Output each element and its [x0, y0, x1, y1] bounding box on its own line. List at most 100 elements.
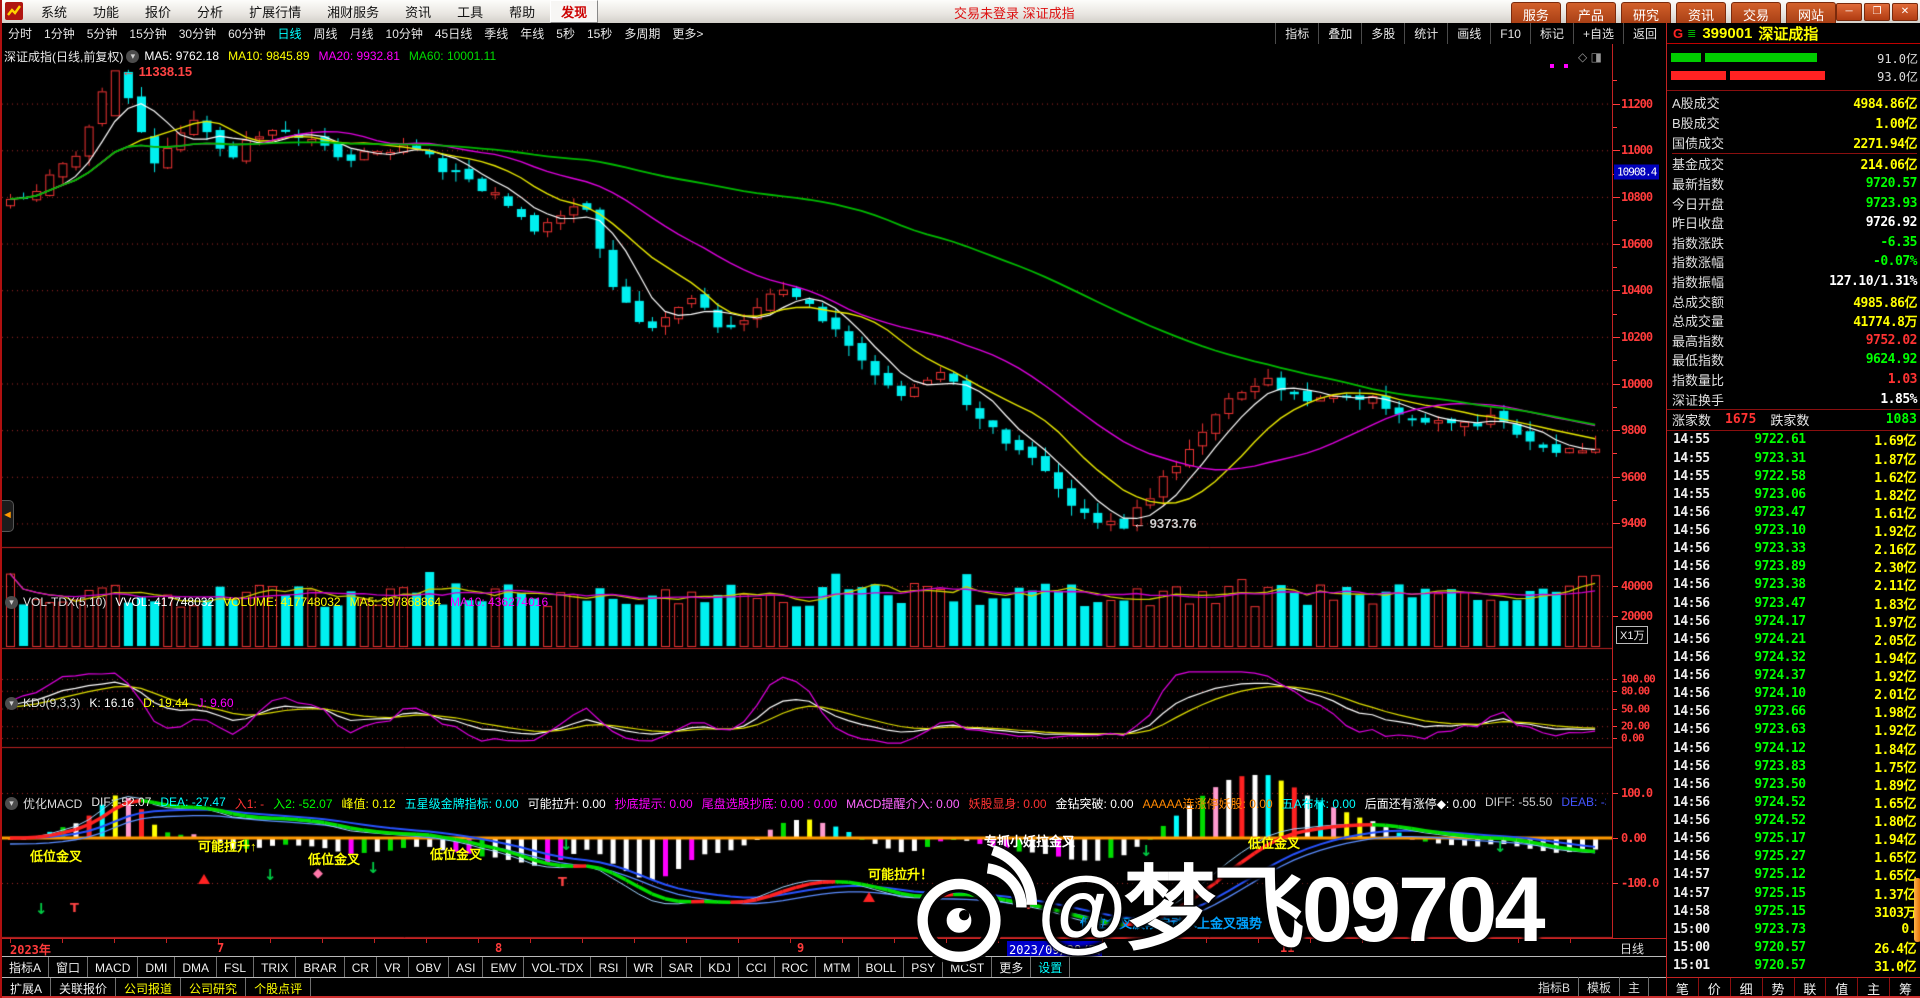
sidebar-collapse-handle[interactable]: ◄ — [2, 500, 14, 532]
period-tab[interactable]: 周线 — [307, 25, 343, 42]
period-tab[interactable]: 45日线 — [429, 25, 478, 42]
chevron-down-icon[interactable]: ▾ — [5, 596, 18, 609]
indicator-tab[interactable]: 设置 — [1031, 957, 1070, 978]
indicator-tab[interactable]: ASI — [449, 957, 483, 978]
period-tab[interactable]: 日线 — [271, 25, 307, 42]
chart-tool-button[interactable]: F10 — [1490, 23, 1530, 44]
period-tab[interactable]: 15分钟 — [123, 25, 172, 42]
indicator-tab[interactable]: SAR — [662, 957, 702, 978]
indicator-tab[interactable]: 指标A — [2, 957, 49, 978]
period-tab[interactable]: 5秒 — [550, 25, 581, 42]
period-tab[interactable]: 1分钟 — [38, 25, 81, 42]
period-tab[interactable]: 月线 — [344, 25, 380, 42]
indicator-tab[interactable]: BOLL — [859, 957, 905, 978]
indicator-tab[interactable]: EMV — [483, 957, 524, 978]
period-tab[interactable]: 15秒 — [581, 25, 618, 42]
scrollbar-thumb[interactable] — [1914, 878, 1920, 942]
quote-view-tab[interactable]: 值 — [1826, 978, 1858, 998]
indicator-tab[interactable]: MCST — [943, 957, 992, 978]
window-control-button[interactable]: ─ — [1836, 3, 1862, 21]
tick-row[interactable]: 14:569724.371.92亿 — [1667, 667, 1920, 685]
chart-tool-button[interactable]: 多股 — [1361, 23, 1404, 44]
indicator-tab[interactable]: KDJ — [701, 957, 739, 978]
menu-item[interactable]: 帮助 — [496, 0, 548, 23]
indicator-tab[interactable]: 窗口 — [49, 957, 88, 978]
tick-row[interactable]: 14:569725.271.65亿 — [1667, 848, 1920, 866]
tick-row[interactable]: 15:009723.730. — [1667, 920, 1920, 938]
indicator-tab[interactable]: ROC — [775, 957, 817, 978]
tick-row[interactable]: 14:569723.471.61亿 — [1667, 503, 1920, 521]
indicator-tab[interactable]: PSY — [904, 957, 943, 978]
period-tab[interactable]: 30分钟 — [173, 25, 222, 42]
tick-row[interactable]: 15:009720.5726.4亿 — [1667, 938, 1920, 956]
chart-tool-button[interactable]: 指标 — [1275, 23, 1318, 44]
chevron-down-icon[interactable]: ▾ — [5, 797, 18, 810]
quote-view-tab[interactable]: 势 — [1763, 978, 1795, 998]
bottom-tab[interactable]: 公司研究 — [181, 978, 246, 998]
tick-row[interactable]: 14:559722.581.62亿 — [1667, 467, 1920, 485]
chart-tool-button[interactable]: 叠加 — [1318, 23, 1361, 44]
indicator-tab[interactable]: MTM — [816, 957, 858, 978]
tick-row[interactable]: 14:569723.471.83亿 — [1667, 594, 1920, 612]
bottom-tab[interactable]: 扩展A — [2, 978, 51, 998]
menu-item[interactable]: 报价 — [132, 0, 184, 23]
chart-tool-button[interactable]: +自选 — [1573, 23, 1623, 44]
menu-item[interactable]: 系统 — [28, 0, 80, 23]
tick-row[interactable]: 14:569724.102.01亿 — [1667, 685, 1920, 703]
period-tab[interactable]: 5分钟 — [81, 25, 124, 42]
bottom-tab[interactable]: 个股点评 — [246, 978, 311, 998]
indicator-tab[interactable]: BRAR — [296, 957, 344, 978]
tick-row[interactable]: 14:569724.521.65亿 — [1667, 793, 1920, 811]
bottom-mid-tab[interactable]: 主 — [1620, 977, 1649, 998]
indicator-tab[interactable]: CCI — [739, 957, 775, 978]
chart-tool-button[interactable]: 标记 — [1530, 23, 1573, 44]
tick-row[interactable]: 14:559723.061.82亿 — [1667, 485, 1920, 503]
tick-row[interactable]: 14:559722.611.69亿 — [1667, 431, 1920, 449]
tick-row[interactable]: 14:569725.171.94亿 — [1667, 830, 1920, 848]
tick-row[interactable]: 14:569724.121.84亿 — [1667, 739, 1920, 757]
indicator-tab[interactable]: MACD — [88, 957, 138, 978]
tick-row[interactable]: 14:569723.831.75亿 — [1667, 757, 1920, 775]
period-tab[interactable]: 60分钟 — [222, 25, 271, 42]
indicator-tab[interactable]: DMA — [175, 957, 217, 978]
indicator-tab[interactable]: DMI — [138, 957, 175, 978]
period-tab[interactable]: 季线 — [478, 25, 514, 42]
tick-row[interactable]: 14:589725.153103万 — [1667, 902, 1920, 920]
menu-item[interactable]: 扩展行情 — [236, 0, 314, 23]
quote-view-tab[interactable]: 筹 — [1890, 978, 1920, 998]
indicator-tab[interactable]: CR — [345, 957, 377, 978]
period-tab[interactable]: 更多> — [666, 25, 709, 42]
window-control-button[interactable]: ❐ — [1864, 3, 1890, 21]
tick-row[interactable]: 14:569723.892.30亿 — [1667, 558, 1920, 576]
menu-item[interactable]: 湘财服务 — [314, 0, 392, 23]
tick-row[interactable]: 14:569723.382.11亿 — [1667, 576, 1920, 594]
bottom-mid-tab[interactable]: 模板 — [1579, 977, 1620, 998]
tick-row[interactable]: 14:569724.321.94亿 — [1667, 648, 1920, 666]
chevron-down-icon[interactable]: ▾ — [126, 50, 139, 63]
bottom-mid-tab[interactable]: 指标B — [1530, 977, 1579, 998]
indicator-tab[interactable]: TRIX — [254, 957, 296, 978]
tick-row[interactable]: 14:569724.521.80亿 — [1667, 812, 1920, 830]
tick-row[interactable]: 14:579725.121.65亿 — [1667, 866, 1920, 884]
tick-row[interactable]: 14:569723.661.98亿 — [1667, 703, 1920, 721]
chart-tool-button[interactable]: 统计 — [1404, 23, 1447, 44]
tick-row[interactable]: 14:569723.501.89亿 — [1667, 775, 1920, 793]
tick-row[interactable]: 14:569723.631.92亿 — [1667, 721, 1920, 739]
bottom-tab[interactable]: 公司报道 — [116, 978, 181, 998]
tick-by-tick-list[interactable]: 14:559722.611.69亿 14:559723.311.87亿 14:5… — [1667, 431, 1920, 975]
tick-row[interactable]: 14:569723.101.92亿 — [1667, 522, 1920, 540]
period-tab[interactable]: 多周期 — [618, 25, 666, 42]
tick-row[interactable]: 14:569724.171.97亿 — [1667, 612, 1920, 630]
menu-item[interactable]: 资讯 — [392, 0, 444, 23]
menu-item[interactable]: 分析 — [184, 0, 236, 23]
menu-item-discover[interactable]: 发现 — [550, 0, 598, 23]
chevron-down-icon[interactable]: ▾ — [5, 697, 18, 710]
period-tab[interactable]: 年线 — [514, 25, 550, 42]
tick-row[interactable]: 14:579725.151.37亿 — [1667, 884, 1920, 902]
indicator-tab[interactable]: 更多 — [992, 957, 1031, 978]
indicator-tab[interactable]: VOL-TDX — [524, 957, 591, 978]
quote-view-tab[interactable]: 价 — [1699, 978, 1731, 998]
period-tab[interactable]: 分时 — [2, 25, 38, 42]
menu-item[interactable]: 功能 — [80, 0, 132, 23]
drawing-marker-icons[interactable]: ◇ ◨ — [1578, 50, 1602, 64]
